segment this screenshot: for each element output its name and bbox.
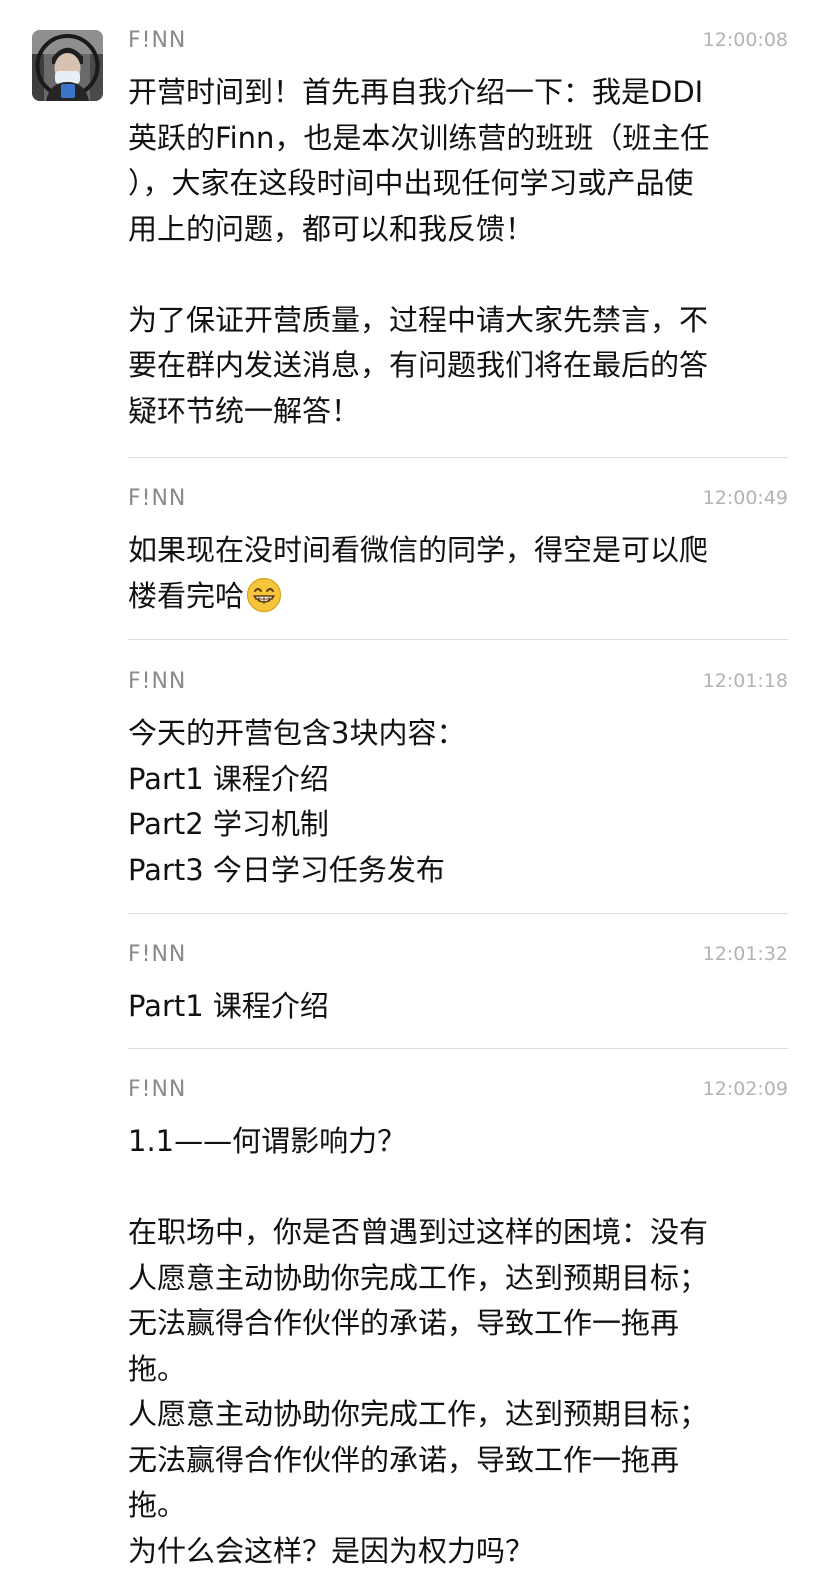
sender-name: F!NN	[128, 942, 187, 967]
message-line: 如果现在没时间看微信的同学，得空是可以爬	[128, 533, 709, 567]
message-line: Part2 学习机制	[128, 807, 329, 841]
avatar-photo	[32, 30, 103, 101]
message-line: 1.1——何谓影响力？	[128, 1124, 407, 1158]
message-timestamp: 12:00:49	[702, 487, 788, 509]
message-line: 要在群内发送消息，有问题我们将在最后的答	[128, 348, 709, 382]
sender-name: F!NN	[128, 486, 187, 511]
message-line: Part1 课程介绍	[128, 761, 329, 796]
message-text: 今天的开营包含3块内容： Part1 课程介绍 Part2 学习机制 Part3…	[128, 711, 780, 893]
message-line: 人愿意主动协助你完成工作，达到预期目标；	[128, 1260, 709, 1295]
chat-message[interactable]: F!NN 12:02:09 1.1——何谓影响力？ 在职场中，你是否曾遇到过这样…	[128, 1077, 788, 1582]
message-text: Part1 课程介绍	[128, 984, 780, 1030]
message-text: 如果现在没时间看微信的同学，得空是可以爬 楼看完哈	[128, 528, 780, 619]
sender-name: F!NN	[128, 669, 187, 694]
message-line-with-emoji: 楼看完哈	[128, 574, 780, 620]
grinning-face-emoji	[246, 577, 282, 627]
message-line: 楼看完哈	[128, 578, 245, 613]
message-line: ），大家在这段时间中出现任何学习或产品使	[128, 166, 694, 200]
message-line: 为什么会这样？是因为权力吗？	[128, 1533, 535, 1568]
message-line: 无法赢得合作伙伴的承诺，导致工作一拖再	[128, 1442, 680, 1477]
avatar[interactable]	[32, 30, 103, 101]
message-line: 英跃的Finn，也是本次训练营的班班（班主任	[128, 120, 710, 155]
message-divider	[128, 1048, 788, 1049]
message-line: Part1 课程介绍	[128, 989, 329, 1023]
message-line: 开营时间到！首先再自我介绍一下：我是DDI	[128, 75, 704, 109]
message-line: 拖。	[128, 1488, 187, 1522]
chat-message[interactable]: F!NN 12:01:18 今天的开营包含3块内容： Part1 课程介绍 Pa…	[128, 669, 788, 889]
chat-message[interactable]: F!NN 12:00:49 如果现在没时间看微信的同学，得空是可以爬 楼看完哈	[128, 486, 788, 616]
message-line: 为了保证开营质量，过程中请大家先禁言，不	[128, 302, 709, 337]
message-line: 在职场中，你是否曾遇到过这样的困境：没有	[128, 1215, 709, 1249]
message-line: 用上的问题，都可以和我反馈！	[128, 211, 535, 246]
sender-name: F!NN	[128, 28, 187, 53]
message-divider	[128, 639, 788, 640]
message-timestamp: 12:00:08	[702, 29, 788, 51]
message-line: Part3 今日学习任务发布	[128, 852, 445, 887]
sender-name: F!NN	[128, 1077, 187, 1102]
message-line: 无法赢得合作伙伴的承诺，导致工作一拖再	[128, 1306, 680, 1340]
message-text: 开营时间到！首先再自我介绍一下：我是DDI 英跃的Finn，也是本次训练营的班班…	[128, 70, 780, 434]
message-text: 1.1——何谓影响力？ 在职场中，你是否曾遇到过这样的困境：没有 人愿意主动协助…	[128, 1119, 780, 1574]
message-timestamp: 12:01:32	[702, 943, 788, 965]
chat-message[interactable]: F!NN 12:01:32 Part1 课程介绍	[128, 942, 788, 1027]
message-line: 疑环节统一解答！	[128, 393, 361, 428]
message-timestamp: 12:01:18	[702, 670, 788, 692]
message-line: 人愿意主动协助你完成工作，达到预期目标；	[128, 1397, 709, 1431]
message-timestamp: 12:02:09	[702, 1078, 788, 1100]
message-divider	[128, 457, 788, 458]
chat-message-list: F!NN 12:00:08 开营时间到！首先再自我介绍一下：我是DDI 英跃的F…	[0, 0, 828, 1582]
message-line: 拖。	[128, 1351, 187, 1386]
message-line: 今天的开营包含3块内容：	[128, 716, 466, 750]
chat-message[interactable]: F!NN 12:00:08 开营时间到！首先再自我介绍一下：我是DDI 英跃的F…	[128, 28, 788, 428]
message-divider	[128, 913, 788, 914]
